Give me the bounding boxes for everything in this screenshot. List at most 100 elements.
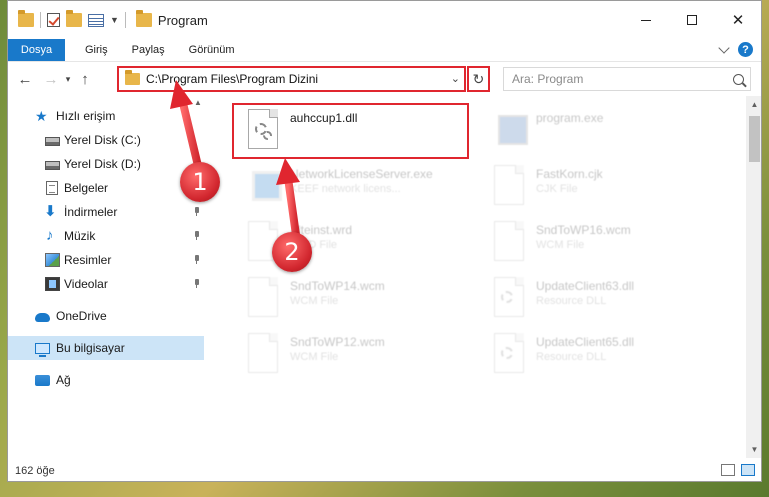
sidebar-item-videos[interactable]: Videolar	[8, 272, 204, 296]
file-item-program-exe[interactable]: program.exe	[478, 103, 718, 159]
item-count: 162 öğe	[15, 464, 55, 477]
sidebar-item-label: Belgeler	[64, 181, 109, 195]
address-dropdown-icon[interactable]: ⌄	[451, 72, 460, 85]
refresh-button[interactable]: ↻	[467, 66, 490, 92]
file-item-sndtowp14-wcm[interactable]: SndToWP14.wcm WCM File	[232, 271, 472, 327]
gear-icon	[501, 291, 513, 303]
sidebar-item-disk-c[interactable]: Yerel Disk (C:)	[8, 128, 204, 152]
customize-toolbar-dropdown-icon[interactable]: ▼	[110, 15, 119, 25]
forward-button[interactable]: →	[40, 71, 62, 88]
onedrive-icon	[35, 313, 50, 322]
file-item-sndtowp12-wcm[interactable]: SndToWP12.wcm WCM File	[232, 327, 472, 383]
minimize-button[interactable]	[623, 1, 669, 39]
pin-icon[interactable]	[192, 279, 201, 288]
sidebar-item-label: Yerel Disk (C:)	[64, 133, 141, 147]
file-item-sndtowp16-wcm[interactable]: SndToWP16.wcm WCM File	[478, 215, 718, 271]
ribbon-right-controls: ?	[718, 41, 753, 57]
application-icon	[252, 171, 282, 201]
scroll-thumb[interactable]	[749, 116, 760, 162]
maximize-icon	[687, 15, 697, 25]
details-view-icon[interactable]	[721, 464, 735, 476]
address-row: ← → ▾ ↑ C:\Program Files\Program Dizini …	[8, 62, 761, 96]
file-item-alteinst-wrd[interactable]: Alteinst.wrd WRD File	[232, 215, 472, 271]
window-controls: ✕	[623, 1, 761, 39]
maximize-button[interactable]	[669, 1, 715, 39]
properties-check-icon[interactable]	[47, 13, 60, 27]
sidebar-item-music[interactable]: ♪ Müzik	[8, 224, 204, 248]
search-icon	[733, 73, 744, 85]
up-button[interactable]: ↑	[74, 71, 96, 88]
window-title: Program	[157, 12, 208, 28]
file-description: WCM File	[290, 295, 339, 307]
scroll-up-icon[interactable]: ▲	[746, 96, 761, 113]
page-fold	[515, 277, 524, 286]
search-box[interactable]: Ara: Program	[503, 67, 751, 91]
step-2-badge: 2	[272, 232, 312, 272]
sidebar-item-documents[interactable]: Belgeler	[8, 176, 204, 200]
divider	[40, 12, 41, 28]
sidebar-item-label: Bu bilgisayar	[56, 341, 125, 355]
file-name: program.exe	[536, 111, 604, 125]
sidebar-item-quick-access[interactable]: ★ Hızlı erişim	[8, 104, 204, 128]
sidebar-item-label: Videolar	[64, 277, 108, 291]
music-icon: ♪	[46, 227, 54, 244]
pin-icon[interactable]	[192, 231, 201, 240]
sidebar-item-label: Resimler	[64, 253, 112, 267]
sidebar-item-network[interactable]: Ağ	[8, 368, 204, 392]
address-bar[interactable]: C:\Program Files\Program Dizini ⌄	[117, 66, 466, 92]
file-description: CJK File	[536, 183, 578, 195]
network-icon	[35, 374, 50, 386]
back-button[interactable]: ←	[14, 71, 36, 88]
gear-icon	[501, 347, 513, 359]
title-bar: ▼ Program ✕	[8, 1, 761, 39]
highlight-box	[232, 103, 469, 159]
file-item-updateclient65-dll[interactable]: UpdateClient65.dll Resource DLL	[478, 327, 718, 383]
sidebar-item-pictures[interactable]: Resimler	[8, 248, 204, 272]
tab-file[interactable]: Dosya	[8, 39, 65, 61]
view-switcher	[721, 464, 755, 476]
star-icon: ★	[35, 108, 48, 124]
title-folder-icon	[135, 10, 152, 27]
file-name: SndToWP16.wcm	[536, 223, 631, 237]
sidebar-item-label: Yerel Disk (D:)	[64, 157, 141, 171]
folder-icon	[125, 70, 140, 85]
tab-home[interactable]: Giriş	[73, 39, 120, 61]
search-input[interactable]: Ara: Program	[512, 72, 583, 86]
close-button[interactable]: ✕	[715, 1, 761, 39]
recent-locations-icon[interactable]: ▾	[62, 74, 74, 85]
file-name: UpdateClient65.dll	[536, 335, 635, 349]
navigation-pane: ▲ ★ Hızlı erişim Yerel Disk (C:) Yerel D…	[8, 96, 208, 458]
help-icon[interactable]: ?	[738, 42, 753, 57]
properties-icon[interactable]	[88, 13, 104, 27]
address-path[interactable]: C:\Program Files\Program Dizini	[146, 72, 318, 86]
sidebar-item-label: İndirmeler	[64, 205, 118, 219]
file-item-updateclient63-dll[interactable]: UpdateClient63.dll Resource DLL	[478, 271, 718, 327]
folder-icon[interactable]	[18, 10, 34, 27]
file-description: Resource DLL	[536, 295, 607, 307]
page-fold	[269, 277, 278, 286]
vertical-scrollbar[interactable]: ▲ ▼	[746, 96, 761, 458]
status-bar: 162 öğe	[8, 458, 761, 481]
pin-icon[interactable]	[192, 207, 201, 216]
sidebar-item-disk-d[interactable]: Yerel Disk (D:)	[8, 152, 204, 176]
generic-file-icon	[244, 277, 280, 321]
drive-icon	[45, 161, 60, 170]
quick-access-toolbar: ▼	[8, 10, 152, 28]
scroll-down-icon[interactable]: ▼	[746, 441, 761, 458]
expand-ribbon-icon[interactable]	[718, 41, 730, 54]
sidebar-item-downloads[interactable]: ⬇ İndirmeler	[8, 200, 204, 224]
tab-view[interactable]: Görünüm	[177, 39, 247, 61]
generic-file-icon	[490, 221, 526, 265]
file-item-networklicenseserver-exe[interactable]: NetworkLicenseServer.exe KEEF network li…	[232, 159, 472, 215]
documents-icon	[46, 181, 58, 195]
exe-file-icon	[490, 109, 528, 153]
tab-share[interactable]: Paylaş	[120, 39, 177, 61]
divider	[124, 12, 126, 28]
new-folder-icon[interactable]	[66, 10, 82, 27]
sidebar-item-this-pc[interactable]: Bu bilgisayar	[8, 336, 204, 360]
pin-icon[interactable]	[192, 255, 201, 264]
file-item-fastkorn-cjk[interactable]: FastKorn.cjk CJK File	[478, 159, 718, 215]
sidebar-item-onedrive[interactable]: OneDrive	[8, 304, 204, 328]
tiles-view-icon[interactable]	[741, 464, 755, 476]
sidebar-item-label: Müzik	[64, 229, 96, 243]
